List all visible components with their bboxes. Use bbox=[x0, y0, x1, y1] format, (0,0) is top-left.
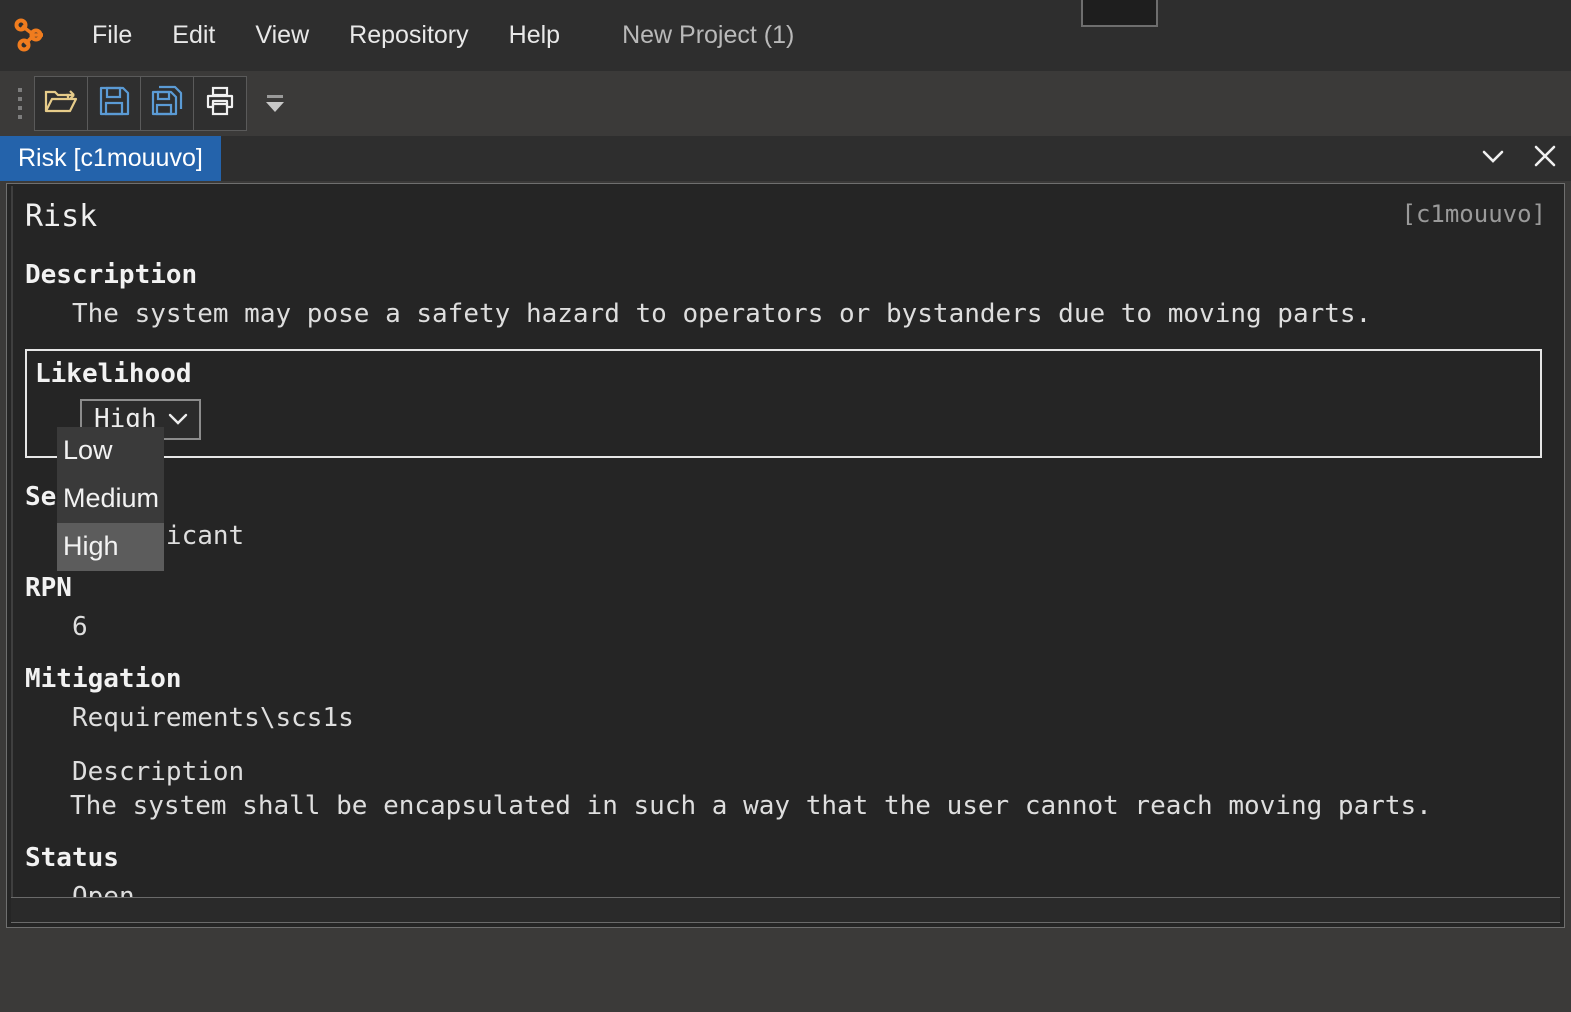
rpn-label: RPN bbox=[25, 573, 72, 603]
window-drag-handle[interactable] bbox=[1081, 0, 1158, 27]
document-uid: [c1mouuvo] bbox=[1401, 200, 1547, 228]
page-title: Risk bbox=[25, 199, 98, 234]
likelihood-label: Likelihood bbox=[35, 359, 192, 389]
menu-item-file[interactable]: File bbox=[76, 15, 148, 56]
menu-item-edit[interactable]: Edit bbox=[156, 15, 231, 56]
chevron-down-icon bbox=[1479, 146, 1507, 171]
dropdown-option-low[interactable]: Low bbox=[57, 427, 164, 475]
description-label: Description bbox=[25, 260, 198, 290]
application-window: File Edit View Repository Help New Proje… bbox=[0, 0, 1571, 1012]
tab-label: Risk [c1mouuvo] bbox=[18, 144, 203, 172]
document-scroll-area[interactable]: [c1mouuvo] Risk Description The system m… bbox=[11, 186, 1560, 923]
dropdown-option-medium[interactable]: Medium bbox=[57, 475, 164, 523]
tab-list-button[interactable] bbox=[1467, 136, 1519, 181]
print-button[interactable] bbox=[193, 76, 247, 131]
menu-item-repository[interactable]: Repository bbox=[333, 15, 485, 56]
dropdown-option-high[interactable]: High bbox=[57, 523, 164, 571]
horizontal-scrollbar[interactable] bbox=[11, 897, 1560, 923]
toolbar bbox=[0, 71, 1571, 136]
project-name-label: New Project (1) bbox=[622, 21, 795, 49]
menu-bar: File Edit View Repository Help New Proje… bbox=[0, 0, 1571, 71]
mitigation-description-value: The system shall be encapsulated in such… bbox=[70, 791, 1432, 821]
document-panel: [c1mouuvo] Risk Description The system m… bbox=[6, 183, 1565, 928]
description-value: The system may pose a safety hazard to o… bbox=[72, 299, 1372, 329]
mitigation-reference[interactable]: Requirements\scs1s bbox=[25, 705, 1542, 731]
toolbar-grip-icon[interactable] bbox=[14, 84, 26, 124]
tab-risk[interactable]: Risk [c1mouuvo] bbox=[0, 136, 221, 181]
mitigation-label: Mitigation bbox=[25, 664, 182, 694]
status-label: Status bbox=[25, 843, 119, 873]
severity-label: Severity bbox=[25, 484, 1542, 510]
close-icon bbox=[1532, 143, 1558, 174]
rpn-value: 6 bbox=[72, 612, 88, 642]
save-as-floppy-icon bbox=[150, 85, 184, 122]
tab-bar: Risk [c1mouuvo] bbox=[0, 136, 1571, 181]
mitigation-description-label: Description bbox=[72, 757, 245, 787]
chevron-down-icon bbox=[167, 406, 189, 432]
menu-item-view[interactable]: View bbox=[239, 15, 325, 56]
graph-nodes-logo-icon bbox=[10, 13, 56, 59]
likelihood-dropdown-menu[interactable]: Low Medium High bbox=[57, 427, 164, 571]
close-tab-button[interactable] bbox=[1519, 136, 1571, 181]
save-button[interactable] bbox=[87, 76, 141, 131]
severity-value: Significant bbox=[25, 523, 1542, 549]
menu-item-help[interactable]: Help bbox=[493, 15, 576, 56]
open-project-button[interactable] bbox=[34, 76, 88, 131]
document-content: [c1mouuvo] Risk Description The system m… bbox=[13, 186, 1560, 910]
save-floppy-icon bbox=[98, 85, 130, 122]
save-as-button[interactable] bbox=[140, 76, 194, 131]
toolbar-overflow-icon[interactable] bbox=[262, 84, 288, 124]
likelihood-group: Likelihood High bbox=[25, 349, 1542, 458]
tab-bar-spacer bbox=[221, 136, 1467, 181]
printer-icon bbox=[204, 85, 236, 122]
open-folder-icon bbox=[44, 86, 78, 121]
overflow-dash bbox=[267, 95, 283, 98]
chevron-down-icon bbox=[266, 102, 284, 112]
